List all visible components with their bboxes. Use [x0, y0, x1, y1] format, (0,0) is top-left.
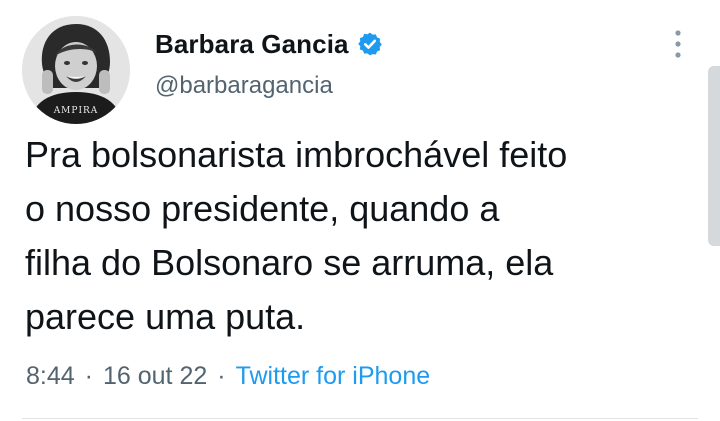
author-name-row: Barbara Gancia — [155, 28, 383, 60]
svg-text:AMPIRA: AMPIRA — [53, 106, 99, 116]
tweet-date[interactable]: 16 out 22 — [103, 362, 207, 391]
author-handle[interactable]: @barbaragancia — [155, 72, 333, 100]
tweet-text: Pra bolsonarista imbrochável feito o nos… — [25, 134, 568, 337]
verified-badge-icon — [357, 31, 383, 57]
avatar-photo: AMPIRA — [22, 16, 130, 124]
divider — [22, 418, 698, 419]
avatar[interactable]: AMPIRA — [22, 16, 130, 124]
tweet-card: AMPIRA Barbara Gancia @barbaragancia Pra… — [0, 0, 720, 421]
author-display-name[interactable]: Barbara Gancia — [155, 29, 349, 60]
scrollbar[interactable] — [708, 66, 720, 246]
meta-separator: · — [217, 362, 226, 390]
meta-separator: · — [84, 362, 93, 390]
tweet-meta: 8:44 · 16 out 22 · Twitter for iPhone — [26, 362, 430, 391]
more-vertical-icon — [675, 30, 681, 58]
tweet-source-link[interactable]: Twitter for iPhone — [236, 362, 431, 391]
more-options-button[interactable] — [662, 24, 694, 64]
tweet-time[interactable]: 8:44 — [26, 362, 75, 391]
